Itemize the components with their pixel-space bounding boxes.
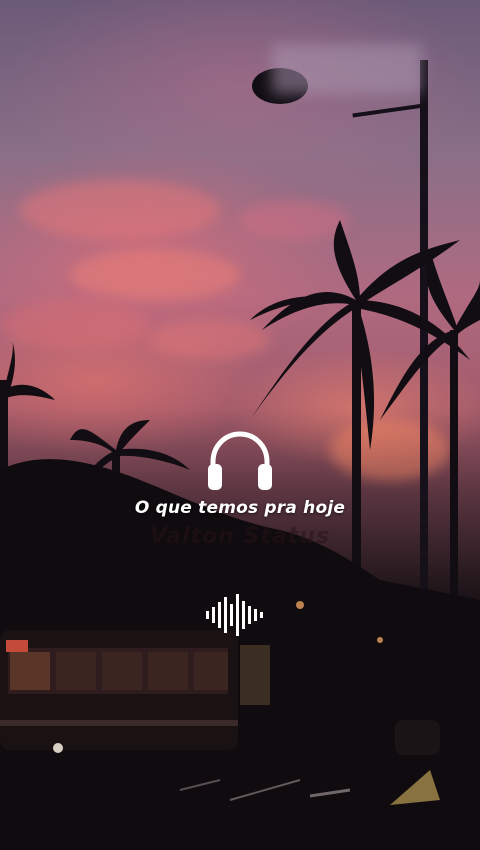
lyric-text: O que temos pra hoje bbox=[134, 498, 346, 518]
audio-wave-icon bbox=[204, 592, 268, 638]
background-photo bbox=[0, 0, 480, 850]
silhouettes bbox=[0, 60, 480, 850]
headphones-icon bbox=[205, 430, 275, 492]
watermark-text: Valton Status bbox=[149, 524, 331, 549]
blurred-overlay bbox=[272, 44, 422, 94]
